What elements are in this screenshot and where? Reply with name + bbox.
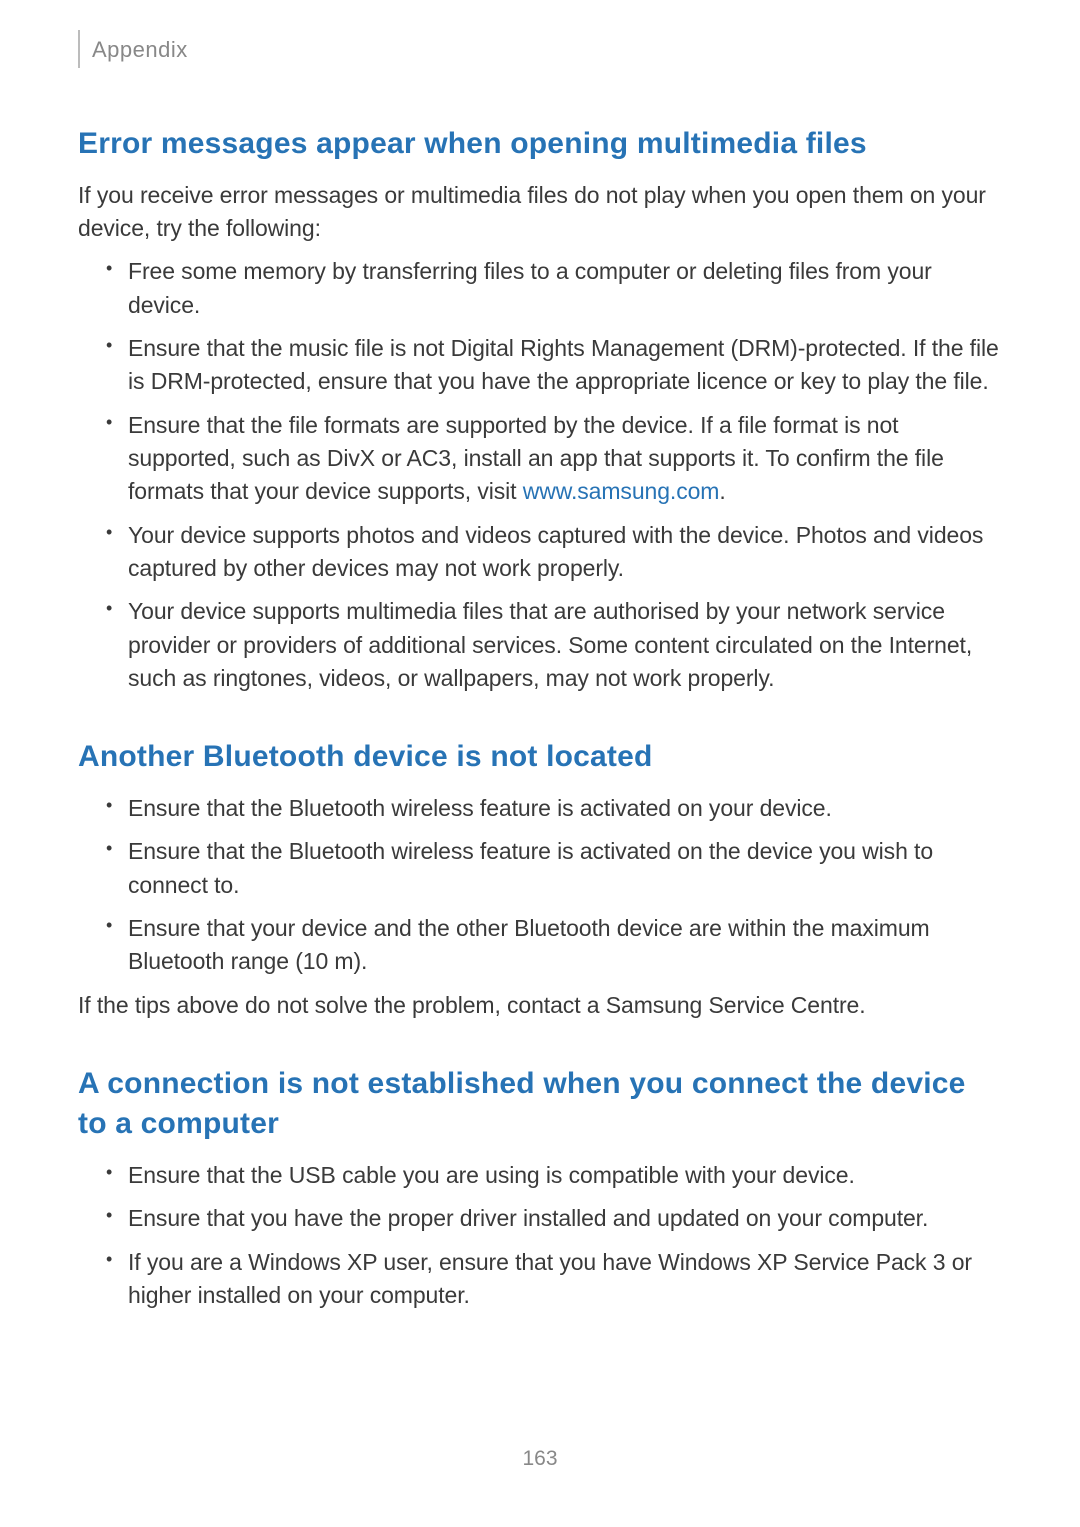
outro-bluetooth: If the tips above do not solve the probl… <box>78 989 1002 1022</box>
list-bluetooth: Ensure that the Bluetooth wireless featu… <box>78 792 1002 979</box>
list-item: Ensure that the file formats are support… <box>106 409 1002 509</box>
list-item: Your device supports multimedia files th… <box>106 595 1002 695</box>
samsung-link[interactable]: www.samsung.com <box>523 478 720 504</box>
list-item: Free some memory by transferring files t… <box>106 255 1002 322</box>
list-item: Ensure that the Bluetooth wireless featu… <box>106 792 1002 825</box>
heading-bluetooth-not-located: Another Bluetooth device is not located <box>78 737 1002 778</box>
header-rule-icon <box>78 30 80 68</box>
list-item: If you are a Windows XP user, ensure tha… <box>106 1246 1002 1313</box>
list-item: Your device supports photos and videos c… <box>106 519 1002 586</box>
list-item: Ensure that the USB cable you are using … <box>106 1159 1002 1192</box>
header-section-label: Appendix <box>92 35 188 63</box>
page-content: Appendix Error messages appear when open… <box>0 0 1080 1312</box>
list-item: Ensure that your device and the other Bl… <box>106 912 1002 979</box>
running-header: Appendix <box>78 30 1002 68</box>
heading-computer-connection: A connection is not established when you… <box>78 1064 1002 1145</box>
list-item: Ensure that you have the proper driver i… <box>106 1202 1002 1235</box>
list-multimedia-errors: Free some memory by transferring files t… <box>78 255 1002 695</box>
heading-multimedia-errors: Error messages appear when opening multi… <box>78 124 1002 165</box>
list-item: Ensure that the music file is not Digita… <box>106 332 1002 399</box>
list-item-text: . <box>719 478 725 504</box>
list-item: Ensure that the Bluetooth wireless featu… <box>106 835 1002 902</box>
intro-multimedia-errors: If you receive error messages or multime… <box>78 179 1002 246</box>
list-computer-connection: Ensure that the USB cable you are using … <box>78 1159 1002 1312</box>
page-number: 163 <box>0 1447 1080 1471</box>
